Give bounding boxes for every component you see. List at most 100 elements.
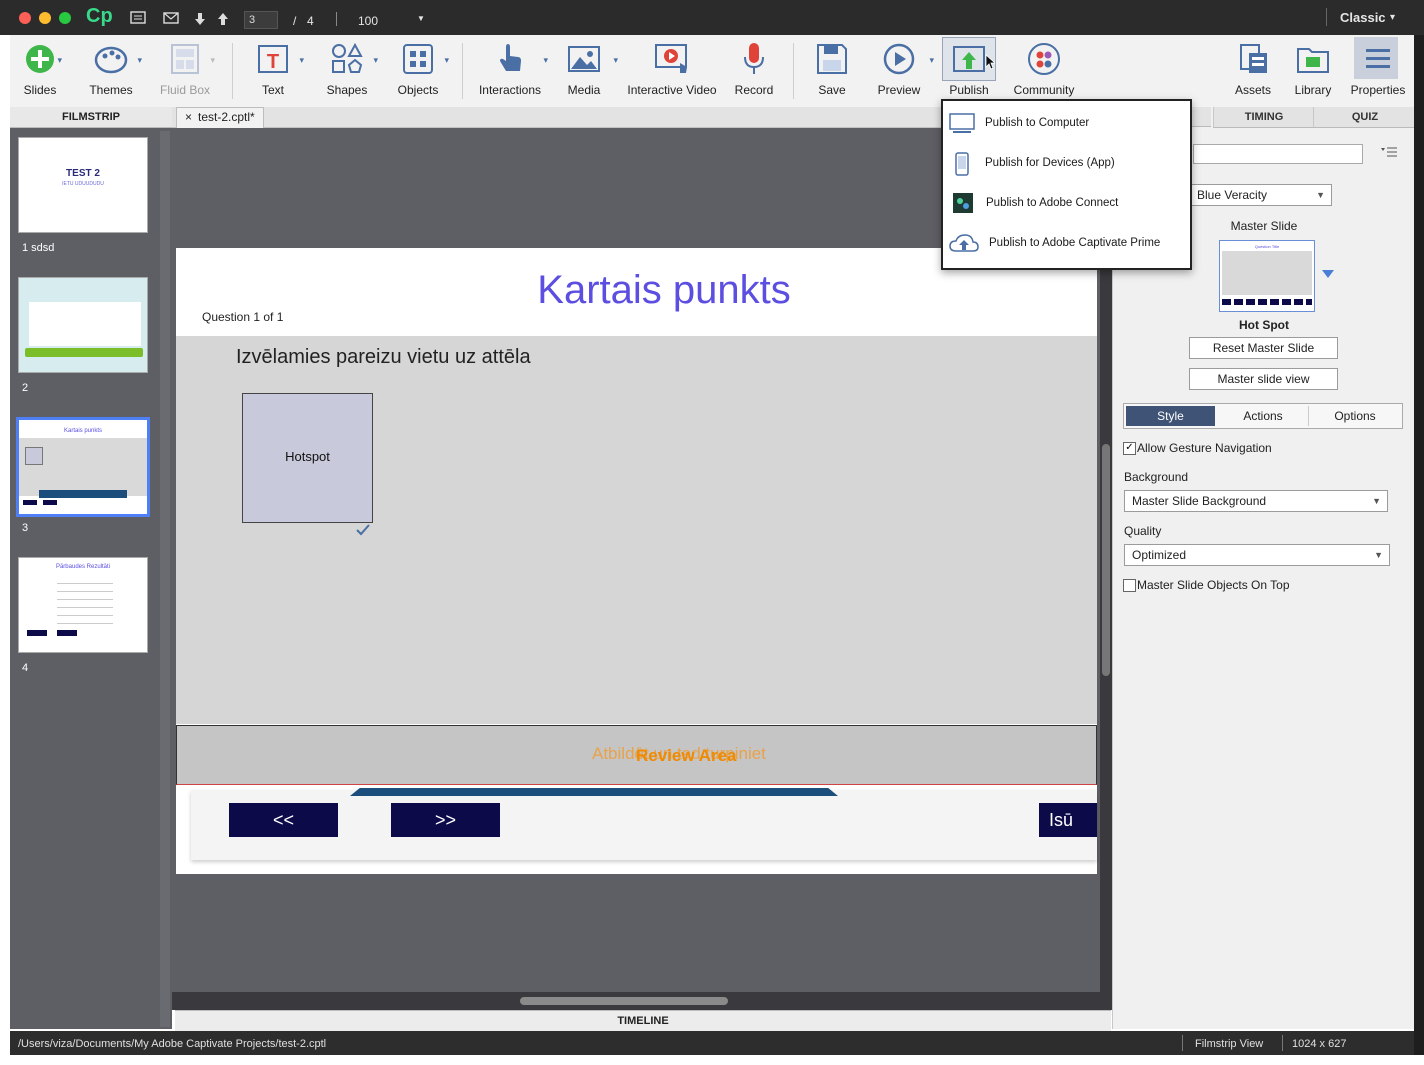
master-slide-dropdown-icon[interactable]: [1322, 270, 1334, 280]
properties-button[interactable]: Properties: [1347, 35, 1409, 107]
menu-item-label: Publish to Adobe Connect: [986, 197, 1119, 209]
question-text[interactable]: Izvēlamies pareizu vietu uz attēla: [236, 346, 531, 369]
back-button[interactable]: <<: [229, 803, 338, 837]
filmstrip-scrollbar[interactable]: [160, 131, 170, 1027]
quality-select[interactable]: Optimized ▼: [1124, 544, 1390, 566]
document-tab[interactable]: × test-2.cptl*: [176, 107, 264, 128]
next-slide-arrow-icon[interactable]: [194, 12, 206, 26]
save-label: Save: [818, 83, 846, 97]
menu-item-publish-to-captivate-prime[interactable]: Publish to Adobe Captivate Prime: [943, 223, 1190, 263]
preview-label: Preview: [877, 83, 921, 97]
fluid-box-icon: [171, 44, 199, 74]
thumb-content-box: [29, 302, 141, 346]
shapes-label: Shapes: [326, 83, 368, 97]
previous-slide-arrow-icon[interactable]: [217, 12, 229, 26]
objects-label: Objects: [397, 83, 439, 97]
subtab-style[interactable]: Style: [1126, 406, 1215, 426]
submit-button[interactable]: Isū: [1039, 803, 1097, 837]
media-button[interactable]: ▾ Media: [556, 35, 618, 107]
slide-thumbnail-4[interactable]: Pārbaudes Rezultāti: [18, 557, 148, 653]
timeline-panel-toggle[interactable]: TIMELINE: [175, 1010, 1111, 1032]
thumb-hotspot: [25, 447, 43, 465]
text-label: Text: [261, 83, 284, 97]
thumb-results-list: [57, 576, 113, 624]
checkmark-icon: [356, 524, 370, 536]
slides-label: Slides: [23, 83, 57, 97]
project-size: 1024 x 627: [1292, 1038, 1347, 1050]
vertical-scrollbar-thumb[interactable]: [1102, 444, 1110, 676]
theme-select[interactable]: Blue Veracity ▼: [1189, 184, 1332, 206]
zoom-value[interactable]: 100: [358, 14, 378, 28]
divider: [336, 12, 337, 26]
master-slide-view-button[interactable]: Master slide view: [1189, 368, 1338, 390]
slide-thumbnail-2[interactable]: [18, 277, 148, 373]
zoom-dropdown-icon[interactable]: ▼: [417, 14, 425, 23]
quality-select-value: Optimized: [1132, 548, 1187, 562]
menu-item-publish-to-adobe-connect[interactable]: Publish to Adobe Connect: [943, 183, 1190, 223]
workspace-dropdown-icon[interactable]: ▾: [1390, 12, 1395, 23]
themes-button[interactable]: ▾ Themes: [80, 35, 142, 107]
tab-quiz[interactable]: QUIZ: [1313, 107, 1416, 128]
library-button[interactable]: Library: [1286, 35, 1340, 107]
publish-icon: [953, 46, 985, 72]
maximize-window-button[interactable]: [59, 12, 71, 24]
interactions-button[interactable]: ▾ Interactions: [472, 35, 548, 107]
reset-master-slide-button[interactable]: Reset Master Slide: [1189, 337, 1338, 359]
subtab-options[interactable]: Options: [1310, 406, 1400, 426]
record-button[interactable]: Record: [726, 35, 782, 107]
close-tab-icon[interactable]: ×: [185, 110, 192, 124]
chevron-down-icon: ▾: [444, 55, 449, 65]
preview-button[interactable]: ▾ Preview: [870, 35, 934, 107]
divider: [793, 43, 794, 99]
svg-text:T: T: [267, 51, 279, 73]
list-options-icon[interactable]: [1381, 146, 1397, 158]
horizontal-scrollbar-thumb[interactable]: [520, 997, 728, 1005]
allow-gesture-label: Allow Gesture Navigation: [1137, 441, 1272, 455]
close-window-button[interactable]: [19, 12, 31, 24]
tab-timing[interactable]: TIMING: [1213, 107, 1314, 128]
master-slide-name: Hot Spot: [1239, 318, 1289, 332]
minimize-window-button[interactable]: [39, 12, 51, 24]
slides-button[interactable]: ▾ Slides: [10, 35, 70, 107]
background-label: Background: [1124, 470, 1189, 484]
slide-title[interactable]: Kartais punkts: [176, 268, 1152, 313]
interactions-label: Interactions: [478, 83, 542, 97]
assets-button[interactable]: Assets: [1226, 35, 1280, 107]
background-select[interactable]: Master Slide Background ▼: [1124, 490, 1388, 512]
current-slide-input[interactable]: 3: [244, 11, 278, 29]
publish-label: Publish: [949, 83, 989, 97]
theme-select-value: Blue Veracity: [1197, 188, 1268, 202]
menu-item-publish-to-computer[interactable]: Publish to Computer: [943, 103, 1190, 143]
file-path: /Users/viza/Documents/My Adobe Captivate…: [18, 1038, 327, 1050]
menu-item-publish-for-devices[interactable]: Publish for Devices (App): [943, 143, 1190, 183]
master-thumb-body: [1222, 251, 1312, 295]
objects-button[interactable]: ▾ Objects: [391, 35, 449, 107]
save-button[interactable]: Save: [806, 35, 858, 107]
allow-gesture-checkbox[interactable]: ✓: [1123, 442, 1136, 455]
mail-icon[interactable]: [163, 12, 179, 24]
shapes-button[interactable]: ▾ Shapes: [320, 35, 378, 107]
slide-name-input[interactable]: [1193, 144, 1363, 164]
computer-monitor-icon: [949, 113, 975, 133]
next-button[interactable]: >>: [391, 803, 500, 837]
workspace-selector[interactable]: Classic: [1340, 10, 1386, 25]
palette-icon: [94, 46, 128, 74]
chevron-down-icon: ▾: [613, 55, 618, 65]
master-slide-thumbnail[interactable]: Question Title: [1219, 240, 1315, 312]
master-objects-on-top-checkbox[interactable]: [1123, 579, 1136, 592]
divider: [1326, 8, 1327, 26]
interactive-video-button[interactable]: Interactive Video: [622, 35, 722, 107]
slide-thumbnail-1[interactable]: TEST 2 IETU UDUUDUDU: [18, 137, 148, 233]
slide-thumbnail-3-selected[interactable]: Kartais punkts: [16, 417, 150, 517]
add-slide-icon: [26, 45, 54, 73]
chevron-down-icon: ▾: [57, 55, 62, 65]
community-icon: [1028, 43, 1060, 75]
question-counter[interactable]: Question 1 of 1: [202, 310, 283, 324]
slide-number-label: 2: [22, 382, 29, 394]
slide-notes-icon[interactable]: [130, 11, 146, 24]
subtab-actions[interactable]: Actions: [1218, 406, 1309, 426]
horizontal-scrollbar-track: [172, 992, 1100, 1010]
hotspot-object[interactable]: Hotspot: [242, 393, 373, 523]
community-button[interactable]: Community: [1006, 35, 1082, 107]
text-button[interactable]: T ▾ Text: [246, 35, 304, 107]
